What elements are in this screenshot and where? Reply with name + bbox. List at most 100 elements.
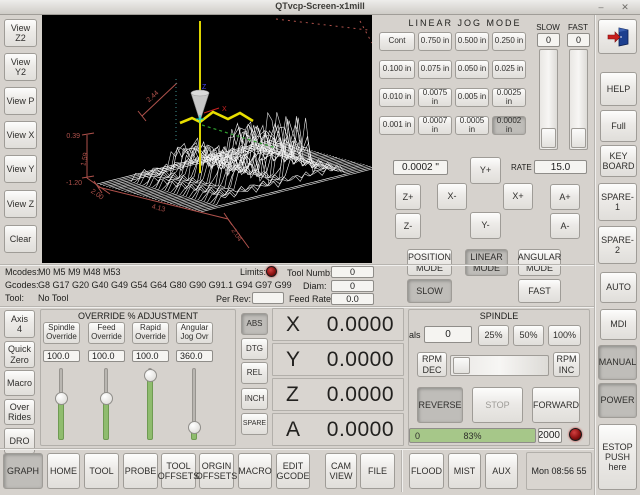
- view-y-button[interactable]: View Y: [4, 155, 37, 183]
- view-p-button[interactable]: View P: [4, 87, 37, 115]
- rpm-inc-button[interactable]: RPM INC: [553, 352, 580, 377]
- spindle-actual-label: als: [409, 330, 421, 340]
- spindle-rpm-slider-handle[interactable]: [453, 357, 470, 374]
- dro-abs-button[interactable]: ABS: [241, 313, 268, 335]
- spindle-50pct-button[interactable]: 50%: [513, 325, 544, 346]
- jog-increment-00075[interactable]: 0.0075 in: [418, 88, 452, 107]
- axis-4-button[interactable]: Axis 4: [4, 310, 35, 338]
- jog-increment-0001[interactable]: 0.001 in: [379, 116, 415, 135]
- tab-probe[interactable]: PROBE: [123, 453, 158, 489]
- spare-2-button[interactable]: SPARE-2: [598, 226, 637, 264]
- dro-button[interactable]: DRO: [4, 428, 35, 454]
- dro-inch-button[interactable]: INCH: [241, 388, 268, 410]
- rapid-override-button[interactable]: Rapid Override: [132, 322, 169, 344]
- spindle-forward-button[interactable]: FORWARD: [532, 387, 580, 423]
- quick-zero-button[interactable]: Quick Zero: [4, 341, 35, 368]
- angular-jog-override-button[interactable]: Angular Jog Ovr: [176, 322, 213, 344]
- jog-z-minus-button[interactable]: Z-: [395, 213, 421, 239]
- app-window: { "window": {"title": "QTvcp-Screen-x1mi…: [0, 0, 640, 495]
- jog-y-plus-button[interactable]: Y+: [470, 157, 501, 184]
- slow-rate-slider-handle[interactable]: [541, 128, 556, 148]
- close-button[interactable]: ✕: [618, 1, 632, 13]
- angular-mode-button[interactable]: ANGULAR MODE: [518, 249, 561, 276]
- gcode-graphics-display[interactable]: 0.39 1.59 -1.20 2.00 4.13 2.04 2.44 X Z: [42, 15, 372, 263]
- manual-mode-button[interactable]: MANUAL: [598, 345, 637, 380]
- spindle-100pct-button[interactable]: 100%: [548, 325, 581, 346]
- spindle-25pct-button[interactable]: 25%: [478, 325, 509, 346]
- tab-tool[interactable]: TOOL: [84, 453, 119, 489]
- jog-increment-00007[interactable]: 0.0007 in: [418, 116, 452, 135]
- dro-rel-button[interactable]: REL: [241, 362, 268, 384]
- power-button[interactable]: POWER: [598, 383, 637, 418]
- fast-speed-button[interactable]: FAST: [518, 279, 561, 303]
- jog-increment-0750[interactable]: 0.750 in: [418, 32, 452, 51]
- jog-increment-0500[interactable]: 0.500 in: [455, 32, 489, 51]
- spindle-stop-button[interactable]: STOP: [472, 387, 523, 423]
- jog-increment-0075[interactable]: 0.075 in: [418, 60, 452, 79]
- dim-top-label: 2.44: [146, 90, 161, 104]
- jog-increment-0250[interactable]: 0.250 in: [492, 32, 526, 51]
- dro-axis-a-row: A 0.0000: [272, 413, 404, 446]
- angular-jog-override-value: 360.0: [176, 350, 213, 362]
- spindle-at-speed-setting[interactable]: 2000: [538, 428, 562, 443]
- feed-override-value: 100.0: [88, 350, 125, 362]
- tab-file[interactable]: FILE: [360, 453, 395, 489]
- tab-edit-gcode[interactable]: EDIT GCODE: [276, 453, 310, 489]
- view-z-button[interactable]: View Z: [4, 190, 37, 218]
- jog-x-minus-button[interactable]: X-: [437, 183, 467, 210]
- view-z2-button[interactable]: View Z2: [4, 19, 37, 47]
- fullscreen-button[interactable]: Full: [600, 110, 637, 142]
- dro-spare-button[interactable]: SPARE: [241, 413, 268, 435]
- help-button[interactable]: HELP: [600, 72, 637, 106]
- tab-graph[interactable]: GRAPH: [3, 453, 43, 489]
- jog-increment-0005[interactable]: 0.005 in: [455, 88, 489, 107]
- jog-x-plus-button[interactable]: X+: [503, 183, 533, 210]
- fast-rate-slider-handle[interactable]: [571, 128, 586, 148]
- spindle-override-slider-knob[interactable]: [55, 392, 68, 405]
- angular-jog-slider-knob[interactable]: [188, 421, 201, 434]
- mist-button[interactable]: MIST: [448, 453, 481, 489]
- jog-increment-0010[interactable]: 0.010 in: [379, 88, 415, 107]
- jog-increment-cont[interactable]: Cont: [379, 32, 415, 51]
- estop-button[interactable]: ESTOP PUSH here: [598, 424, 637, 490]
- tab-home[interactable]: HOME: [47, 453, 80, 489]
- minimize-button[interactable]: –: [594, 1, 608, 13]
- tab-macro[interactable]: MACRO: [238, 453, 272, 489]
- jog-increment-0050[interactable]: 0.050 in: [455, 60, 489, 79]
- jog-a-plus-button[interactable]: A+: [550, 184, 580, 210]
- feed-override-slider-knob[interactable]: [100, 392, 113, 405]
- macro-button[interactable]: Macro: [4, 370, 35, 396]
- view-x-button[interactable]: View X: [4, 121, 37, 149]
- jog-z-plus-button[interactable]: Z+: [395, 184, 421, 210]
- position-mode-button[interactable]: POSITION MODE: [407, 249, 452, 276]
- jog-increment-0025[interactable]: 0.025 in: [492, 60, 526, 79]
- over-rides-button[interactable]: Over Rides: [4, 399, 35, 425]
- linear-mode-button[interactable]: LINEAR MODE: [465, 249, 508, 276]
- auto-mode-button[interactable]: AUTO: [600, 272, 637, 303]
- jog-a-minus-button[interactable]: A-: [550, 213, 580, 239]
- dro-dtg-button[interactable]: DTG: [241, 338, 268, 360]
- rapid-override-slider-knob[interactable]: [144, 369, 157, 382]
- view-y2-button[interactable]: View Y2: [4, 53, 37, 81]
- jog-y-minus-button[interactable]: Y-: [470, 212, 501, 239]
- tab-tool-offsets[interactable]: TOOL OFFSETS: [161, 453, 196, 489]
- keyboard-button[interactable]: KEY BOARD: [600, 145, 637, 177]
- jog-increment-0100[interactable]: 0.100 in: [379, 60, 415, 79]
- spindle-override-button[interactable]: Spindle Override: [43, 322, 80, 344]
- spare-1-button[interactable]: SPARE-1: [598, 183, 637, 221]
- jog-increment-00002[interactable]: 0.0002 in: [492, 116, 526, 135]
- spindle-reverse-button[interactable]: REVERSE: [417, 387, 463, 423]
- rpm-dec-button[interactable]: RPM DEC: [417, 352, 447, 377]
- per-rev-field[interactable]: [252, 292, 284, 304]
- mdi-mode-button[interactable]: MDI: [600, 309, 637, 340]
- slow-speed-button[interactable]: SLOW: [407, 279, 452, 303]
- aux-button[interactable]: AUX: [485, 453, 518, 489]
- jog-increment-00025[interactable]: 0.0025 in: [492, 88, 526, 107]
- jog-increment-00005[interactable]: 0.0005 in: [455, 116, 489, 135]
- feed-override-button[interactable]: Feed Override: [88, 322, 125, 344]
- tab-cam-view[interactable]: CAM VIEW: [325, 453, 357, 489]
- clear-button[interactable]: Clear: [4, 225, 37, 253]
- exit-button[interactable]: [598, 19, 637, 54]
- tab-orgin-offsets[interactable]: ORGIN OFFSETS: [199, 453, 234, 489]
- flood-button[interactable]: FLOOD: [409, 453, 444, 489]
